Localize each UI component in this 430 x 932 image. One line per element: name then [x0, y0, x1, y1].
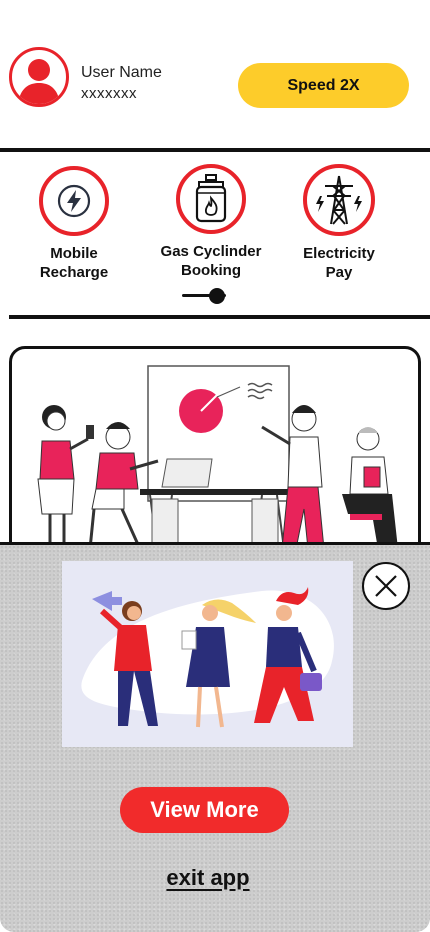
service-electricity-pay[interactable]: Electricity Pay	[296, 164, 382, 282]
divider	[9, 315, 430, 319]
gas-cylinder-icon	[176, 164, 246, 234]
service-label: Electricity Pay	[303, 245, 375, 281]
indicator-knob[interactable]	[209, 288, 226, 304]
divider	[0, 148, 430, 152]
promo-bottom-sheet: View More exit app	[0, 542, 430, 932]
power-tower-icon	[303, 164, 375, 236]
women-marching-illustration	[81, 587, 334, 728]
view-more-button[interactable]: View More	[120, 787, 289, 833]
app-header: User Name xxxxxxx Speed 2X	[0, 0, 430, 150]
speed-button[interactable]: Speed 2X	[238, 63, 409, 108]
carousel-indicator[interactable]	[182, 288, 232, 304]
exit-app-link[interactable]: exit app	[0, 865, 416, 891]
promo-banner-image[interactable]	[62, 561, 353, 747]
service-label: Gas Cyclinder Booking	[160, 243, 262, 279]
lightning-bolt-icon	[39, 166, 109, 236]
close-icon	[375, 575, 397, 597]
close-button[interactable]	[362, 562, 410, 610]
user-name: User Name	[81, 64, 162, 81]
avatar-icon[interactable]	[9, 47, 69, 107]
user-id: xxxxxxx	[81, 85, 137, 102]
service-label: Mobile Recharge	[39, 245, 109, 281]
service-gas-booking[interactable]: Gas Cyclinder Booking	[151, 164, 271, 280]
service-mobile-recharge[interactable]: Mobile Recharge	[33, 166, 115, 282]
